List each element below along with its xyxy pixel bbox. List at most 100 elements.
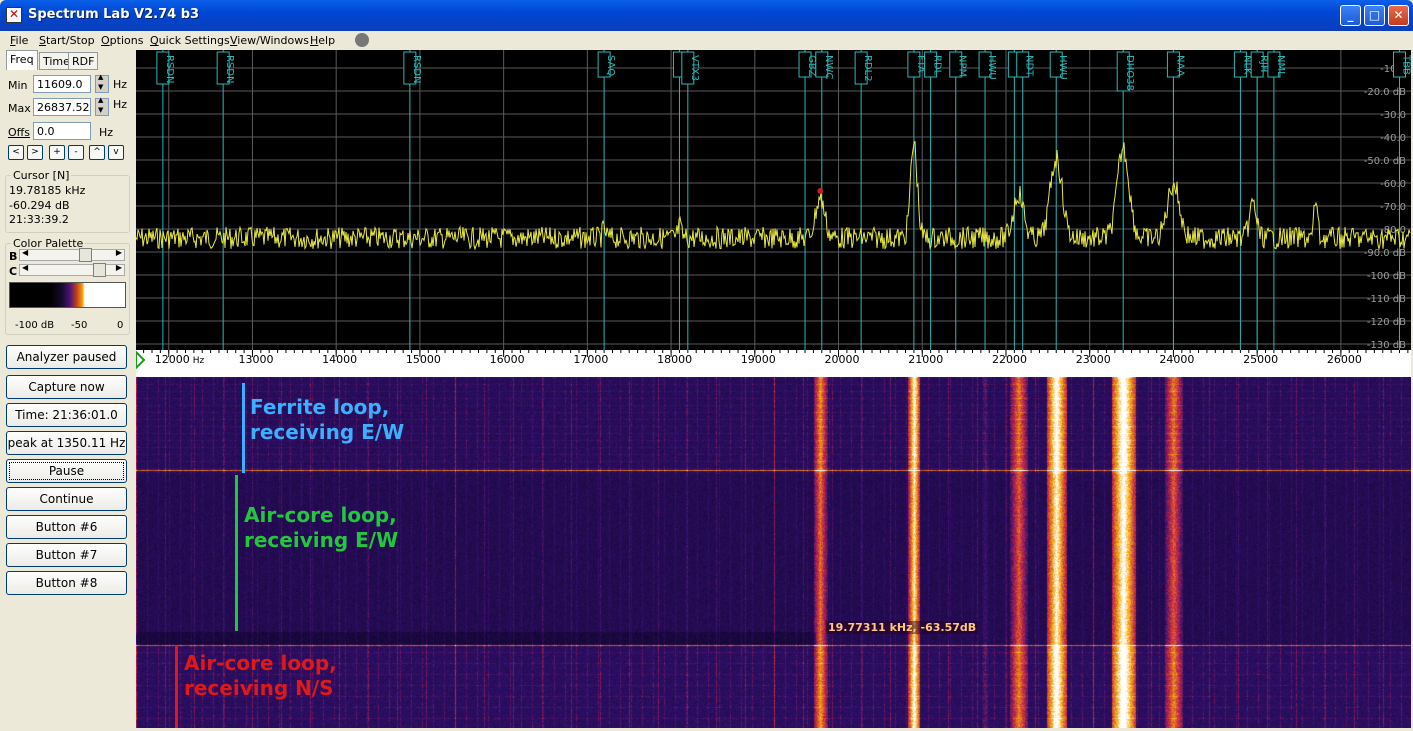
frequency-scale-plot: 12000 Hz 13000 14000 15000 16000 17000 18000 190… <box>136 350 1409 370</box>
station-marker-label: RSDN <box>224 55 235 83</box>
scroll-right-button[interactable]: > <box>27 145 43 160</box>
freq-unit-label: Hz <box>193 356 205 366</box>
offs-unit-label: Hz <box>99 126 114 139</box>
contrast-label: C <box>9 265 18 278</box>
freq-tick-label: 16000 <box>490 353 525 366</box>
maximize-button[interactable]: □ <box>1364 5 1385 26</box>
palette-scale-max: 0 <box>117 320 124 331</box>
station-marker-label: HWU <box>1057 55 1068 80</box>
station-marker-label: DHO38 <box>1124 55 1135 91</box>
minimize-button[interactable]: _ <box>1340 5 1361 26</box>
freq-tick-label: 23000 <box>1076 353 1111 366</box>
button-6[interactable]: Button #6 <box>6 515 127 539</box>
freq-tick-label: 22000 <box>992 353 1027 366</box>
freq-tick-label: 24000 <box>1159 353 1194 366</box>
freq-tick-label: 12000 <box>155 353 190 366</box>
station-marker-label: NML <box>1275 55 1286 77</box>
max-frequency-spinner[interactable] <box>95 96 109 116</box>
ferrite-loop-annotation: Ferrite loop, receiving E/W <box>250 395 405 444</box>
station-marker-label: RDL <box>932 55 943 76</box>
min-label: Min <box>8 79 28 92</box>
capture-now-button[interactable]: Capture now <box>6 375 127 399</box>
menu-options[interactable]: Options <box>101 34 143 47</box>
freq-tick-label: 21000 <box>908 353 943 366</box>
button-7[interactable]: Button #7 <box>6 543 127 567</box>
menu-quick-settings[interactable]: Quick Settings <box>150 34 230 47</box>
freq-tick-label: 19000 <box>741 353 776 366</box>
offs-label: Offs <box>8 126 30 139</box>
station-marker-label: RSDN <box>411 55 422 83</box>
freq-tick-label: 15000 <box>406 353 441 366</box>
app-icon[interactable] <box>6 7 22 23</box>
freq-tick-label: 26000 <box>1327 353 1362 366</box>
station-marker-label: TBB <box>1400 54 1411 75</box>
pause-button[interactable]: Pause <box>6 459 127 483</box>
continue-button[interactable]: Continue <box>6 487 127 511</box>
db-tick-label: -100 dB <box>1367 271 1406 282</box>
cursor-group-title: Cursor [N] <box>11 169 72 182</box>
frequency-scale[interactable]: 12000 Hz 13000 14000 15000 16000 17000 18000 190… <box>136 350 1411 377</box>
title-bar: Spectrum Lab V2.74 b3 _ □ ✕ <box>0 0 1413 31</box>
station-marker-label: HWU <box>986 55 997 80</box>
db-tick-label: -120 dB <box>1367 317 1406 328</box>
contrast-slider-thumb[interactable] <box>93 263 106 277</box>
analyzer-paused-button[interactable]: Analyzer paused <box>6 345 127 369</box>
station-marker-label: SAQ <box>605 55 616 76</box>
close-button[interactable]: ✕ <box>1388 5 1409 26</box>
freq-tick-label: 20000 <box>825 353 860 366</box>
db-tick-label: -60.0 <box>1380 179 1406 190</box>
station-marker-label: NDT <box>1024 55 1035 77</box>
brightness-label: B <box>9 250 18 263</box>
station-marker-label: RDL2 <box>862 55 873 82</box>
palette-scale-min: -100 dB <box>15 320 55 331</box>
menu-help[interactable]: Help <box>310 34 335 47</box>
menu-start-stop[interactable]: Start/Stop <box>39 34 95 47</box>
scroll-left-button[interactable]: < <box>8 145 24 160</box>
air-core-ew-annotation: Air-core loop, receiving E/W <box>244 503 399 552</box>
scale-arrow-icon[interactable] <box>136 350 146 370</box>
db-tick-label: -110 dB <box>1367 294 1406 305</box>
tab-rdf[interactable]: RDF <box>68 52 99 70</box>
tab-freq[interactable]: Freq <box>6 50 38 70</box>
air-core-ns-bracket <box>175 645 178 728</box>
freq-tick-label: 25000 <box>1243 353 1278 366</box>
offset-field[interactable]: 0.0 <box>33 122 91 140</box>
waterfall-cursor-readout: 19.77311 kHz, -63.57dB <box>826 621 979 634</box>
brightness-slider-thumb[interactable] <box>79 248 92 262</box>
cursor-time: 21:33:39.2 <box>9 213 69 226</box>
spectrum-display[interactable]: -10.0-20.0 dB-30.0-40.0-50.0 dB-60.0-70.… <box>136 50 1411 350</box>
station-marker-label: NAA <box>1174 55 1185 77</box>
min-unit-label: Hz <box>113 78 128 91</box>
down-button[interactable]: v <box>108 145 124 160</box>
freq-tick-label: 13000 <box>238 353 273 366</box>
spectrum-plot[interactable]: -10.0-20.0 dB-30.0-40.0-50.0 dB-60.0-70.… <box>136 50 1411 350</box>
menu-view-windows[interactable]: View/Windows <box>230 34 309 47</box>
zoom-in-button[interactable]: + <box>49 145 65 160</box>
contrast-slider[interactable]: ◀ ▶ <box>19 263 125 277</box>
min-frequency-spinner[interactable] <box>95 73 109 93</box>
palette-scale-mid: -50 <box>71 320 88 331</box>
brightness-slider[interactable]: ◀ ▶ <box>19 248 125 262</box>
window-title: Spectrum Lab V2.74 b3 <box>28 7 200 22</box>
station-marker-label: VTX3 <box>689 55 700 81</box>
time-display-button[interactable]: Time: 21:36:01.0 <box>6 403 127 427</box>
air-core-ew-bracket <box>235 475 238 631</box>
db-tick-label: -40.0 <box>1380 133 1406 144</box>
db-tick-label: -70.0 <box>1380 202 1406 213</box>
db-tick-label: -80.0 <box>1380 225 1406 236</box>
zoom-out-button[interactable]: - <box>68 145 84 160</box>
min-frequency-field[interactable]: 11609.0 <box>33 75 91 93</box>
freq-tick-label: 14000 <box>322 353 357 366</box>
max-frequency-field[interactable]: 26837.52 <box>33 98 91 116</box>
cursor-frequency: 19.78185 kHz <box>9 184 86 197</box>
ferrite-loop-bracket <box>242 383 245 473</box>
control-panel: Freq Time RDF Min 11609.0 Hz Max 26837.5… <box>3 50 133 728</box>
max-label: Max <box>8 102 31 115</box>
peak-display-button[interactable]: peak at 1350.11 Hz <box>6 431 127 455</box>
color-palette-bar <box>9 282 126 308</box>
up-button[interactable]: ^ <box>89 145 105 160</box>
button-8[interactable]: Button #8 <box>6 571 127 595</box>
max-unit-label: Hz <box>113 98 128 111</box>
waterfall-display[interactable]: Ferrite loop, receiving E/W Air-core loop… <box>136 377 1411 728</box>
menu-file[interactable]: File <box>10 34 28 47</box>
